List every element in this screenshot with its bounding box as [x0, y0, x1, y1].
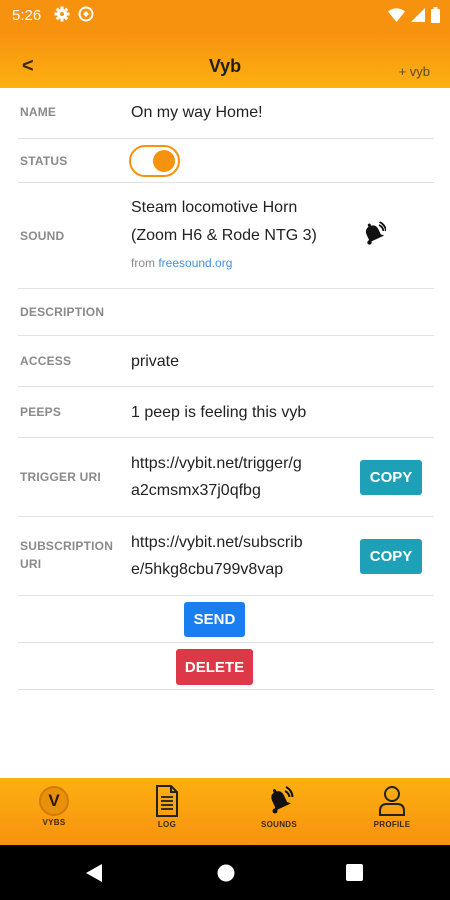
trigger-uri-line1: https://vybit.net/trigger/g — [131, 455, 302, 472]
trigger-uri-label: TRIGGER URI — [20, 470, 101, 484]
nav-sounds[interactable]: SOUNDS — [234, 784, 324, 829]
wifi-icon — [388, 8, 405, 27]
page-title: Vyb — [208, 56, 242, 76]
add-vyb-button[interactable]: + vyb — [399, 64, 430, 79]
system-back-icon[interactable] — [86, 864, 102, 887]
bottom-navigation: V VYBS LOG SOUNDS PROFILE — [0, 778, 450, 845]
name-label: NAME — [20, 105, 57, 119]
status-toggle[interactable] — [129, 145, 180, 177]
status-time: 5:26 — [12, 7, 42, 24]
nav-log[interactable]: LOG — [122, 784, 212, 829]
peeps-row: PEEPS 1 peep is feeling this vyb — [18, 387, 434, 438]
person-icon — [347, 784, 437, 818]
status-label: STATUS — [20, 154, 68, 168]
sound-row: SOUND Steam locomotive Horn (Zoom H6 & R… — [18, 183, 434, 289]
access-row: ACCESS private — [18, 336, 434, 387]
nav-vybs-label: VYBS — [42, 818, 66, 827]
vyb-details: NAME On my way Home! STATUS SOUND Steam … — [18, 88, 434, 690]
copy-trigger-uri-button[interactable]: COPY — [360, 460, 422, 495]
description-label: DESCRIPTION — [20, 305, 105, 319]
subscription-uri-row: SUBSCRIPTION URI https://vybit.net/subsc… — [18, 517, 434, 596]
status-bar: 5:26 — [0, 0, 450, 32]
delete-row: DELETE — [18, 643, 434, 690]
system-navigation-bar — [0, 845, 450, 900]
peeps-label: PEEPS — [20, 405, 62, 419]
delete-button[interactable]: DELETE — [176, 649, 253, 685]
sync-icon — [78, 6, 94, 27]
nav-log-label: LOG — [157, 820, 177, 829]
document-icon — [122, 784, 212, 818]
trigger-uri-row: TRIGGER URI https://vybit.net/trigger/g … — [18, 438, 434, 517]
access-label: ACCESS — [20, 354, 72, 368]
nav-sounds-label: SOUNDS — [260, 820, 298, 829]
sound-source: from freesound.org — [131, 256, 232, 270]
freesound-link[interactable]: freesound.org — [158, 256, 232, 270]
subscription-uri-line1: https://vybit.net/subscrib — [131, 534, 303, 551]
trigger-uri-line2: a2cmsmx37j0qfbg — [131, 482, 261, 499]
nav-profile[interactable]: PROFILE — [347, 784, 437, 829]
subscription-uri-label-line1: SUBSCRIPTION — [20, 539, 114, 553]
status-toggle-knob — [153, 150, 175, 172]
settings-gear-icon — [54, 6, 70, 27]
send-row: SEND — [18, 596, 434, 643]
system-home-icon[interactable] — [217, 864, 235, 887]
sound-name-line1[interactable]: Steam locomotive Horn — [131, 196, 297, 220]
bell-sound-icon — [234, 784, 324, 818]
description-row: DESCRIPTION — [18, 289, 434, 336]
cellular-signal-icon — [411, 8, 425, 27]
peeps-value[interactable]: 1 peep is feeling this vyb — [131, 401, 306, 425]
sound-name-line2[interactable]: (Zoom H6 & Rode NTG 3) — [131, 224, 317, 248]
sound-preview-bell-icon[interactable] — [360, 221, 387, 252]
name-value[interactable]: On my way Home! — [131, 101, 263, 125]
subscription-uri-label-line2: URI — [20, 557, 42, 571]
name-row: NAME On my way Home! — [18, 88, 434, 139]
sound-source-prefix: from — [131, 256, 155, 270]
battery-icon — [431, 7, 440, 28]
copy-subscription-uri-button[interactable]: COPY — [360, 539, 422, 574]
access-value[interactable]: private — [131, 350, 179, 374]
status-row: STATUS — [18, 139, 434, 183]
sound-label: SOUND — [20, 229, 65, 243]
system-recents-icon[interactable] — [346, 864, 363, 886]
app-header: < Vyb + vyb — [0, 32, 450, 88]
vybs-logo-icon: V — [39, 786, 69, 816]
nav-profile-label: PROFILE — [373, 820, 411, 829]
send-button[interactable]: SEND — [184, 602, 245, 637]
subscription-uri-line2: e/5hkg8cbu799v8vap — [131, 561, 284, 578]
nav-vybs[interactable]: V VYBS — [9, 784, 99, 827]
